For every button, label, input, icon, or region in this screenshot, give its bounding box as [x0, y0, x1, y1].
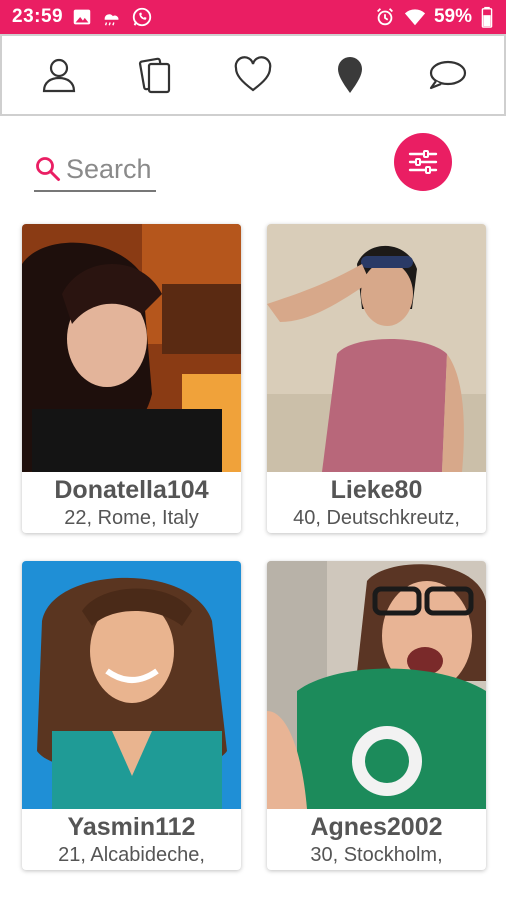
nav-profile[interactable]	[29, 45, 89, 105]
search-input[interactable]	[66, 153, 156, 185]
wifi-icon	[404, 6, 426, 28]
status-time: 23:59	[12, 6, 64, 27]
profile-username: Lieke80	[330, 476, 423, 504]
cards-icon	[138, 57, 170, 94]
status-bar: 23:59 59%	[0, 0, 506, 34]
image-icon	[71, 6, 93, 28]
alarm-icon	[374, 6, 396, 28]
profile-card[interactable]: Donatella104 22, Rome, Italy	[22, 224, 241, 533]
profile-card[interactable]: Lieke80 40, Deutschkreutz,	[267, 224, 486, 533]
weather-icon	[101, 6, 123, 28]
profile-username: Agnes2002	[310, 813, 443, 841]
battery-icon	[480, 6, 494, 28]
nav-likes[interactable]	[223, 45, 283, 105]
battery-percentage: 59%	[433, 6, 472, 27]
search-icon	[36, 157, 60, 181]
profile-photo	[22, 224, 241, 472]
nav-nearby[interactable]	[320, 45, 380, 105]
top-navigation	[0, 34, 506, 116]
profile-details: 22, Rome, Italy	[64, 507, 199, 529]
sliders-icon	[408, 150, 438, 174]
profile-details: 21, Alcabideche,	[58, 844, 205, 866]
profile-photo	[267, 561, 486, 809]
filter-button[interactable]	[394, 133, 452, 191]
profile-details: 40, Deutschkreutz,	[293, 507, 460, 529]
profile-photo	[22, 561, 241, 809]
nav-messages[interactable]	[417, 45, 477, 105]
search-bar[interactable]	[34, 148, 156, 192]
location-pin-icon	[338, 57, 363, 93]
nav-cards[interactable]	[126, 45, 186, 105]
profile-icon	[42, 58, 75, 93]
chat-bubble-icon	[430, 60, 467, 90]
profile-username: Yasmin112	[67, 813, 196, 841]
profile-card[interactable]: Yasmin112 21, Alcabideche,	[22, 561, 241, 870]
status-right: 59%	[374, 6, 494, 28]
profile-details: 30, Stockholm,	[310, 844, 443, 866]
whatsapp-icon	[131, 6, 153, 28]
profile-username: Donatella104	[54, 476, 209, 504]
profile-card[interactable]: Agnes2002 30, Stockholm,	[267, 561, 486, 870]
heart-icon	[234, 56, 272, 92]
profile-photo	[267, 224, 486, 472]
status-left: 23:59	[12, 6, 153, 28]
